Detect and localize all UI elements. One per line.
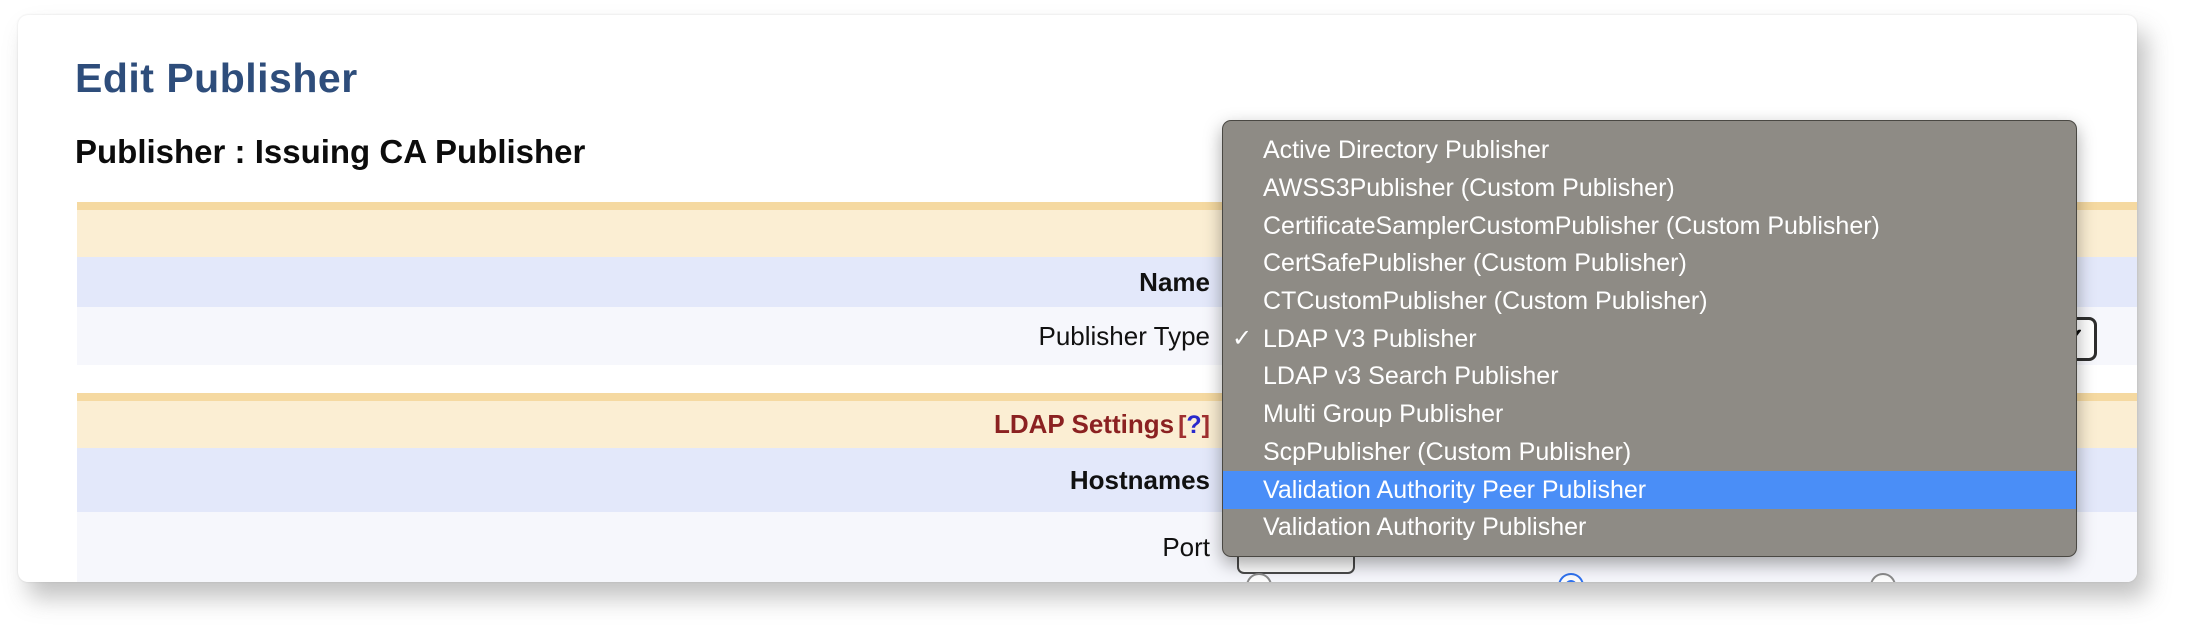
ldap-settings-text: LDAP Settings — [994, 409, 1174, 439]
option-label: LDAP v3 Search Publisher — [1263, 362, 1559, 391]
help-link[interactable]: [?] — [1178, 411, 1210, 439]
publisher-type-option[interactable]: CertSafePublisher (Custom Publisher) — [1223, 245, 2076, 283]
publisher-type-listbox: Active Directory Publisher AWSS3Publishe… — [1222, 120, 2077, 557]
checkmark-icon: ✓ — [1232, 324, 1260, 353]
screenshot-root: Edit Publisher Publisher : Issuing CA Pu… — [0, 0, 2185, 629]
publisher-type-option[interactable]: Validation Authority Peer Publisher — [1223, 471, 2076, 509]
publisher-type-label: Publisher Type — [77, 321, 1210, 352]
option-label: Validation Authority Peer Publisher — [1263, 476, 1646, 505]
name-label: Name — [77, 267, 1210, 298]
publisher-type-option[interactable]: Active Directory Publisher — [1223, 132, 2076, 170]
option-label: Active Directory Publisher — [1263, 136, 1549, 165]
option-label: CTCustomPublisher (Custom Publisher) — [1263, 287, 1708, 316]
publisher-name-heading: Publisher : Issuing CA Publisher — [75, 133, 585, 171]
option-label: CertSafePublisher (Custom Publisher) — [1263, 249, 1687, 278]
publisher-type-option[interactable]: ScpPublisher (Custom Publisher) — [1223, 434, 2076, 472]
page-title: Edit Publisher — [75, 55, 358, 102]
hostnames-label: Hostnames — [77, 465, 1210, 496]
publisher-type-option[interactable]: LDAP v3 Search Publisher — [1223, 358, 2076, 396]
option-label: Validation Authority Publisher — [1263, 513, 1586, 542]
publisher-type-option[interactable]: AWSS3Publisher (Custom Publisher) — [1223, 170, 2076, 208]
option-label: AWSS3Publisher (Custom Publisher) — [1263, 174, 1675, 203]
option-label: LDAP V3 Publisher — [1263, 325, 1477, 354]
publisher-type-option[interactable]: CTCustomPublisher (Custom Publisher) — [1223, 283, 2076, 321]
option-label: CertificateSamplerCustomPublisher (Custo… — [1263, 212, 1880, 241]
publisher-type-option[interactable]: CertificateSamplerCustomPublisher (Custo… — [1223, 207, 2076, 245]
publisher-type-option[interactable]: Validation Authority Publisher — [1223, 509, 2076, 547]
help-question-icon: ? — [1186, 411, 1201, 439]
option-label: ScpPublisher (Custom Publisher) — [1263, 438, 1631, 467]
publisher-type-option[interactable]: Multi Group Publisher — [1223, 396, 2076, 434]
ldap-settings-title: LDAP Settings[?] — [77, 409, 1210, 440]
port-label: Port — [77, 532, 1210, 563]
option-label: Multi Group Publisher — [1263, 400, 1503, 429]
publisher-type-option[interactable]: ✓ LDAP V3 Publisher — [1223, 320, 2076, 358]
